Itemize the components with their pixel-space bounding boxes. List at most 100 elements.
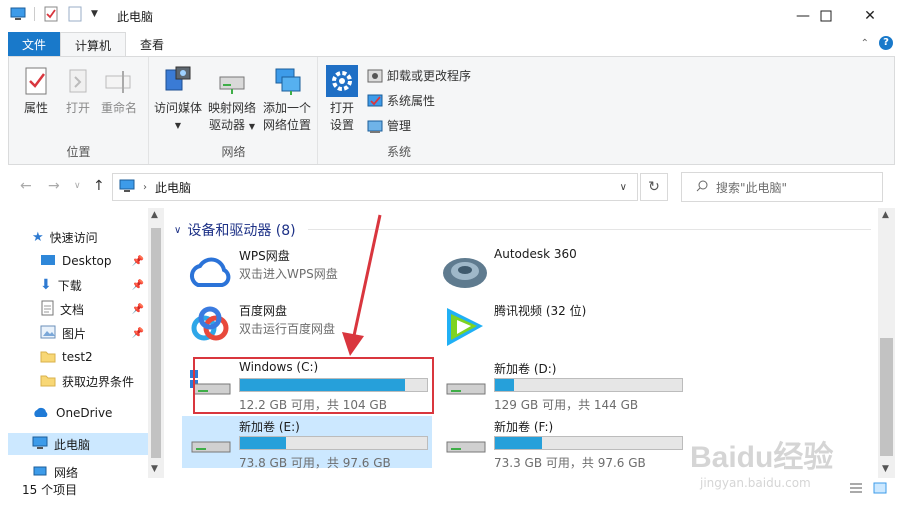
- watermark-url: jingyan.baidu.com: [700, 476, 811, 490]
- add-network-location-label-2: 网络位置: [262, 118, 311, 132]
- pin-icon[interactable]: 📌: [132, 304, 144, 315]
- device-subtitle: 双击进入WPS网盘: [239, 267, 338, 281]
- add-network-location-button[interactable]: 添加一个 网络位置: [260, 65, 314, 134]
- maximize-icon[interactable]: [803, 0, 849, 31]
- network-location-icon: [271, 65, 303, 97]
- manage-button[interactable]: 管理: [367, 117, 411, 134]
- nav-item-downloads[interactable]: ⬇ 下载 📌: [8, 274, 148, 296]
- pin-icon[interactable]: 📌: [132, 256, 144, 267]
- map-drive-button[interactable]: 映射网络 驱动器 ▼: [206, 65, 258, 135]
- device-wps-cloud[interactable]: WPS网盘 双击进入WPS网盘: [182, 245, 432, 297]
- nav-label: 此电脑: [54, 437, 91, 452]
- computer-icon[interactable]: [10, 6, 26, 22]
- tab-view[interactable]: 查看: [126, 32, 178, 57]
- pin-icon[interactable]: 📌: [132, 328, 144, 339]
- nav-scroll-thumb[interactable]: [151, 228, 161, 458]
- breadcrumb-current[interactable]: 此电脑: [155, 179, 191, 196]
- drive-f[interactable]: 新加卷 (F:) 73.3 GB 可用，共 97.6 GB: [437, 416, 687, 470]
- drive-name: 新加卷 (F:): [494, 420, 554, 434]
- wps-cloud-icon: [186, 249, 234, 293]
- scroll-down-icon[interactable]: ▼: [882, 464, 889, 474]
- baidu-watermark: Baidu经验 jingyan.baidu.com: [690, 432, 860, 496]
- watermark-logo-text: Baidu经验: [690, 441, 834, 474]
- up-icon[interactable]: ↑: [93, 178, 105, 194]
- chevron-down-icon: ∨: [174, 224, 182, 236]
- rename-button[interactable]: 重命名: [99, 65, 139, 117]
- properties-icon: [20, 65, 52, 97]
- section-divider: [308, 229, 871, 230]
- cloud-icon: [32, 406, 50, 421]
- item-count: 15 个项目: [22, 482, 78, 497]
- drive-e[interactable]: 新加卷 (E:) 73.8 GB 可用，共 97.6 GB: [182, 416, 432, 470]
- pin-icon[interactable]: 📌: [132, 280, 144, 291]
- scroll-up-icon[interactable]: ▲: [882, 210, 889, 220]
- add-network-location-label-1: 添加一个: [262, 101, 311, 115]
- gear-icon: [326, 65, 358, 97]
- refresh-icon[interactable]: ↻: [640, 173, 668, 201]
- access-media-button[interactable]: 访问媒体 ▼: [152, 65, 204, 134]
- title-bar: ▼ 此电脑 — ✕: [0, 0, 903, 31]
- folder-icon: [40, 349, 56, 366]
- scroll-down-icon[interactable]: ▼: [151, 464, 158, 474]
- group-label-location: 位置: [66, 145, 91, 159]
- ribbon-tabs: 文件 计算机 查看: [0, 31, 903, 57]
- nav-item-test2[interactable]: test2: [8, 346, 148, 368]
- nav-item-onedrive[interactable]: OneDrive: [8, 402, 148, 424]
- nav-label: 获取边界条件: [62, 374, 135, 389]
- forward-icon[interactable]: →: [48, 178, 60, 194]
- drive-usage-fill: [495, 379, 515, 391]
- open-label: 打开: [65, 101, 90, 115]
- section-header-devices[interactable]: ∨ 设备和驱动器 (8): [174, 220, 296, 240]
- back-icon[interactable]: ←: [20, 178, 32, 194]
- drive-usage-fill: [240, 437, 286, 449]
- recent-locations-icon[interactable]: ∨: [74, 181, 81, 191]
- nav-label: 图片: [62, 326, 87, 341]
- nav-scrollbar[interactable]: ▲ ▼: [148, 208, 164, 478]
- properties-button[interactable]: 属性: [19, 65, 53, 117]
- new-folder-icon[interactable]: [67, 6, 83, 22]
- large-icons-view-icon[interactable]: [873, 482, 887, 497]
- network-icon: [32, 464, 48, 478]
- search-box[interactable]: 搜索"此电脑": [681, 172, 883, 202]
- hard-drive-icon: [441, 420, 489, 464]
- device-autodesk[interactable]: Autodesk 360: [437, 245, 687, 297]
- nav-item-quick-access[interactable]: ★ 快速访问: [8, 226, 148, 248]
- ribbon: 属性 打开 重命名 位置 访问媒体 ▼ 映射网络 驱动器 ▼ 添加一个 网络位置…: [8, 56, 895, 165]
- device-baidu-netdisk[interactable]: 百度网盘 双击运行百度网盘: [182, 300, 432, 352]
- address-dropdown-icon[interactable]: ∨: [620, 182, 627, 193]
- nav-item-desktop[interactable]: Desktop 📌: [8, 250, 148, 272]
- nav-item-network[interactable]: 网络: [8, 464, 148, 478]
- open-icon: [62, 65, 94, 97]
- properties-icon[interactable]: [43, 6, 59, 22]
- help-icon[interactable]: ?: [879, 36, 893, 50]
- open-button[interactable]: 打开: [61, 65, 95, 117]
- drive-d[interactable]: 新加卷 (D:) 129 GB 可用，共 144 GB: [437, 358, 687, 412]
- device-name: 百度网盘: [239, 304, 288, 318]
- scroll-up-icon[interactable]: ▲: [151, 210, 158, 220]
- baidu-netdisk-icon: [186, 304, 234, 348]
- manage-icon: [367, 118, 383, 134]
- tab-file[interactable]: 文件: [8, 32, 61, 57]
- drive-free-space: 73.8 GB 可用，共 97.6 GB: [239, 456, 391, 470]
- ribbon-group-system: 打开 设置 卸载或更改程序 系统属性 管理 系统: [319, 57, 479, 164]
- drive-usage-fill: [495, 437, 542, 449]
- close-icon[interactable]: ✕: [847, 0, 893, 31]
- device-tencent-video[interactable]: 腾讯视频 (32 位): [437, 300, 687, 352]
- nav-item-pictures[interactable]: 图片 📌: [8, 322, 148, 344]
- device-name: 腾讯视频 (32 位): [494, 304, 587, 318]
- nav-item-documents[interactable]: 文档 📌: [8, 298, 148, 320]
- chevron-up-icon[interactable]: ⌃: [861, 38, 869, 49]
- uninstall-program-button[interactable]: 卸载或更改程序: [367, 67, 471, 84]
- properties-label: 属性: [23, 101, 48, 115]
- chevron-down-icon[interactable]: ▼: [91, 9, 98, 19]
- address-bar[interactable]: › 此电脑 ∨: [112, 173, 638, 201]
- nav-item-boundary[interactable]: 获取边界条件: [8, 370, 148, 392]
- content-scroll-thumb[interactable]: [880, 338, 893, 456]
- open-settings-button[interactable]: 打开 设置: [325, 65, 359, 134]
- device-name: WPS网盘: [239, 249, 290, 263]
- search-input[interactable]: 搜索"此电脑": [716, 179, 787, 196]
- nav-item-this-pc[interactable]: 此电脑: [8, 433, 148, 455]
- breadcrumb-separator-icon: ›: [143, 181, 147, 193]
- system-properties-button[interactable]: 系统属性: [367, 92, 435, 109]
- tab-computer[interactable]: 计算机: [60, 32, 127, 57]
